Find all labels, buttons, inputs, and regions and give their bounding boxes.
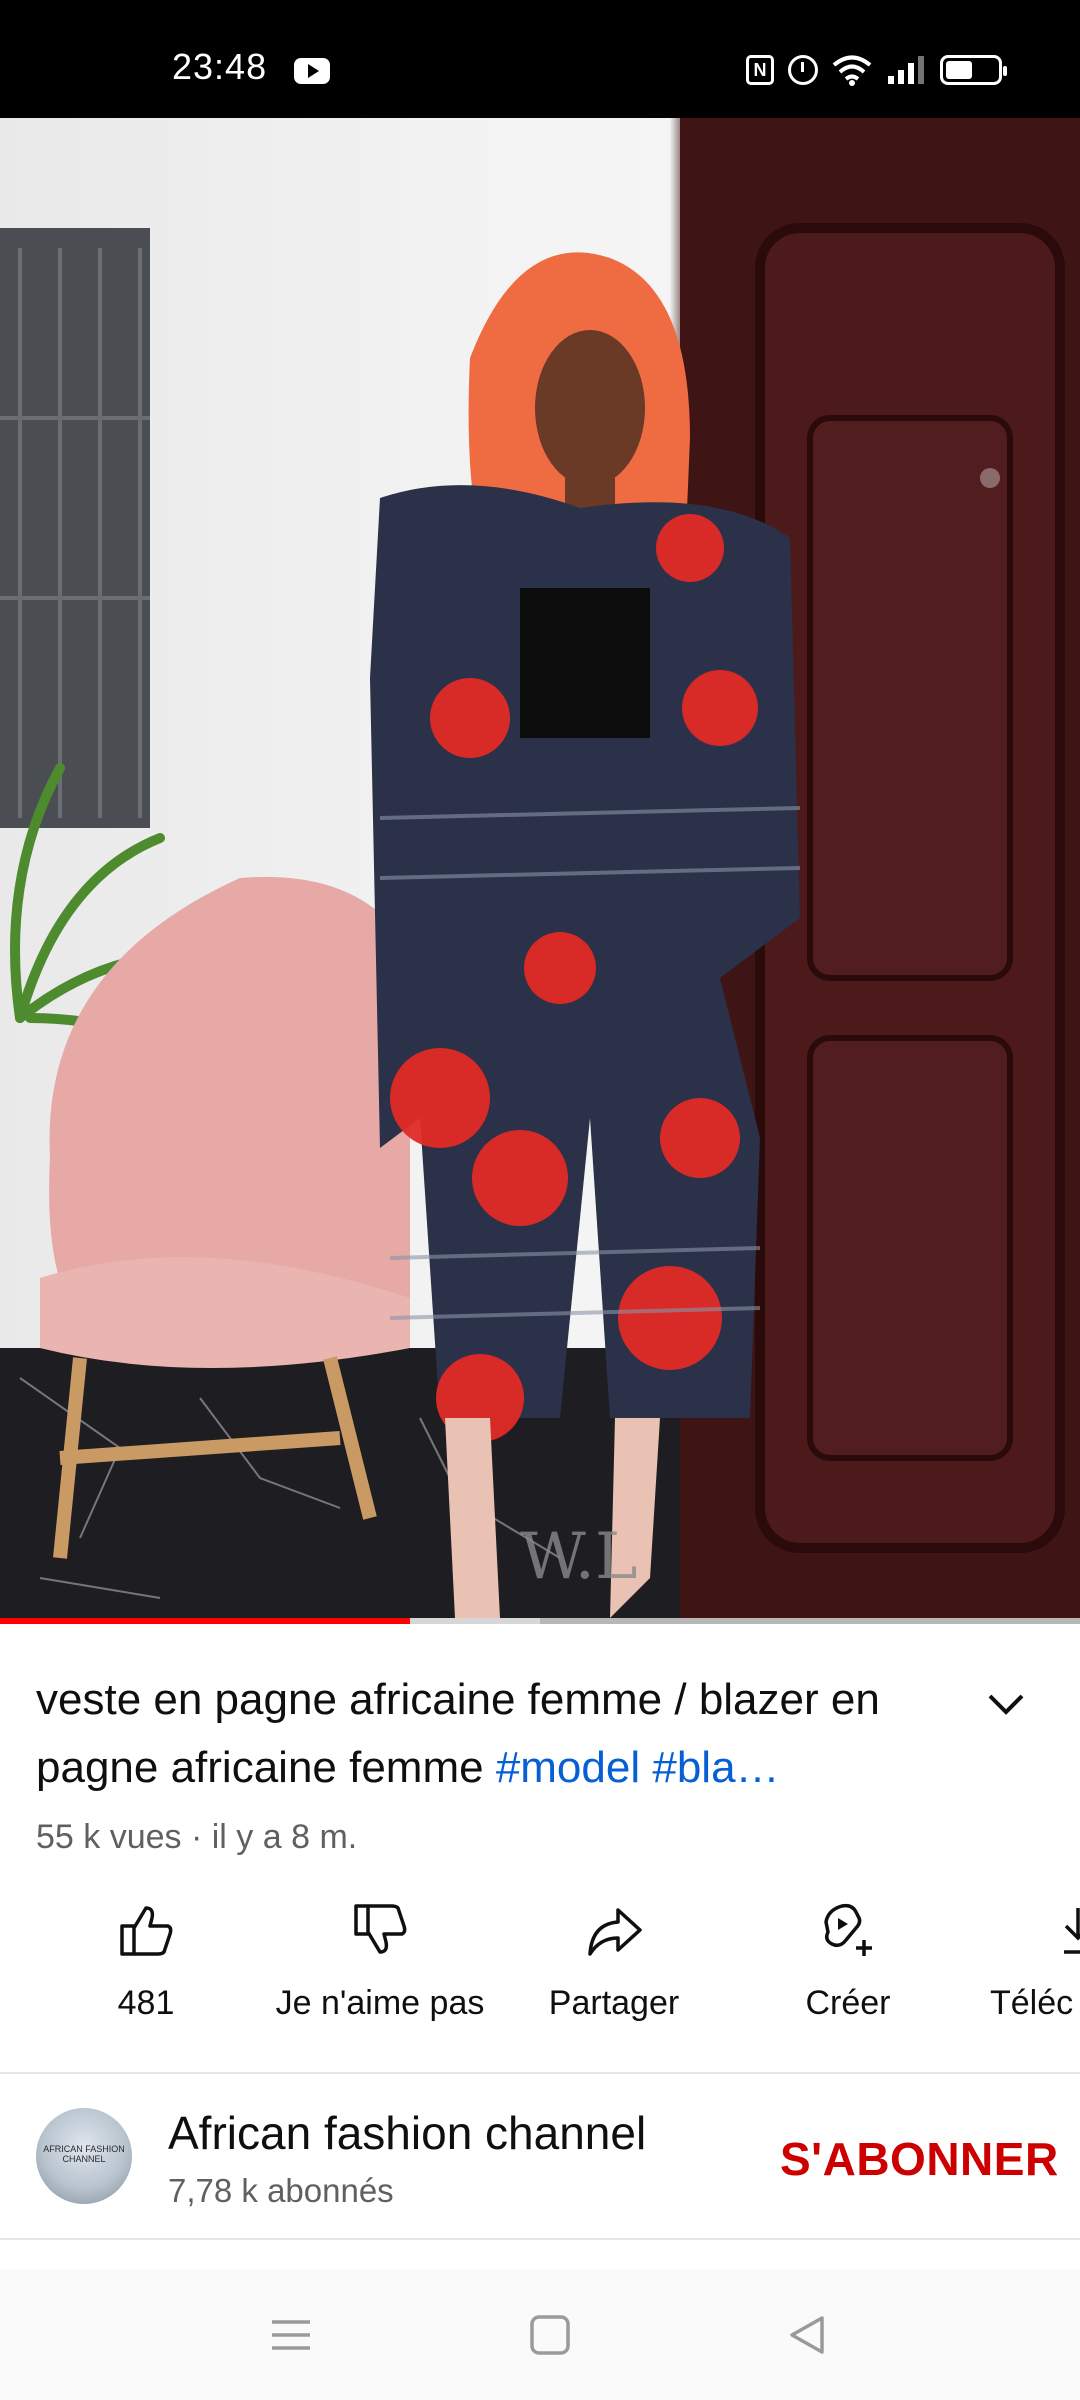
video-frame: W.L (0, 118, 1080, 1620)
youtube-icon (294, 58, 330, 84)
divider (0, 2238, 1080, 2240)
status-time: 23:48 (172, 46, 268, 87)
avatar-logo-text: AFRICAN FASHION CHANNEL (43, 2144, 125, 2164)
create-label: Créer (805, 1984, 891, 2022)
video-hashtags[interactable]: #model #bla… (496, 1743, 780, 1792)
chevron-down-icon[interactable] (984, 1688, 1028, 1722)
download-button[interactable]: Téléc (972, 1900, 1080, 2023)
home-icon[interactable] (520, 2310, 580, 2360)
like-button[interactable]: 481 (36, 1900, 256, 2023)
status-bar: 23:48 N (0, 0, 1080, 118)
thumbs-up-icon (120, 1906, 173, 1956)
subscriber-count: 7,78 k abonnés (168, 2172, 394, 2209)
channel-name[interactable]: African fashion channel (168, 2106, 646, 2160)
status-icons: N (746, 50, 1007, 90)
download-icon (1064, 1908, 1080, 1954)
share-icon (588, 1908, 642, 1956)
video-title[interactable]: veste en pagne africaine femme / blazer … (36, 1666, 936, 1802)
dislike-button[interactable]: Je n'aime pas (270, 1900, 490, 2023)
thumbs-down-icon (354, 1904, 407, 1954)
create-button[interactable]: Créer (738, 1900, 958, 2023)
menu-icon[interactable] (262, 2310, 322, 2360)
subscribe-button[interactable]: S'ABONNER (780, 2132, 1058, 2186)
download-label: Téléc (990, 1984, 1074, 2022)
like-count: 481 (117, 1984, 175, 2022)
avatar[interactable]: AFRICAN FASHION CHANNEL (36, 2108, 132, 2204)
system-nav-bar (0, 2270, 1080, 2400)
alarm-icon (788, 55, 818, 85)
dislike-label: Je n'aime pas (275, 1984, 485, 2022)
video-player[interactable]: W.L (0, 118, 1080, 1620)
share-label: Partager (548, 1984, 680, 2022)
battery-icon (940, 55, 1007, 85)
actions-row: 481 Je n'aime pas Partager Créer Téléc (0, 1900, 1080, 2040)
back-icon[interactable] (778, 2310, 838, 2360)
wifi-icon (832, 55, 872, 86)
progress-bar[interactable] (0, 1618, 1080, 1624)
video-meta: 55 k vues · il y a 8 m. (36, 1818, 358, 1856)
create-icon (824, 1903, 872, 1956)
progress-played (0, 1618, 411, 1624)
signal-icon (888, 56, 924, 84)
nfc-icon: N (746, 55, 774, 85)
divider (0, 2072, 1080, 2074)
share-button[interactable]: Partager (504, 1900, 724, 2023)
floor-watermark: W.L (520, 1520, 637, 1594)
